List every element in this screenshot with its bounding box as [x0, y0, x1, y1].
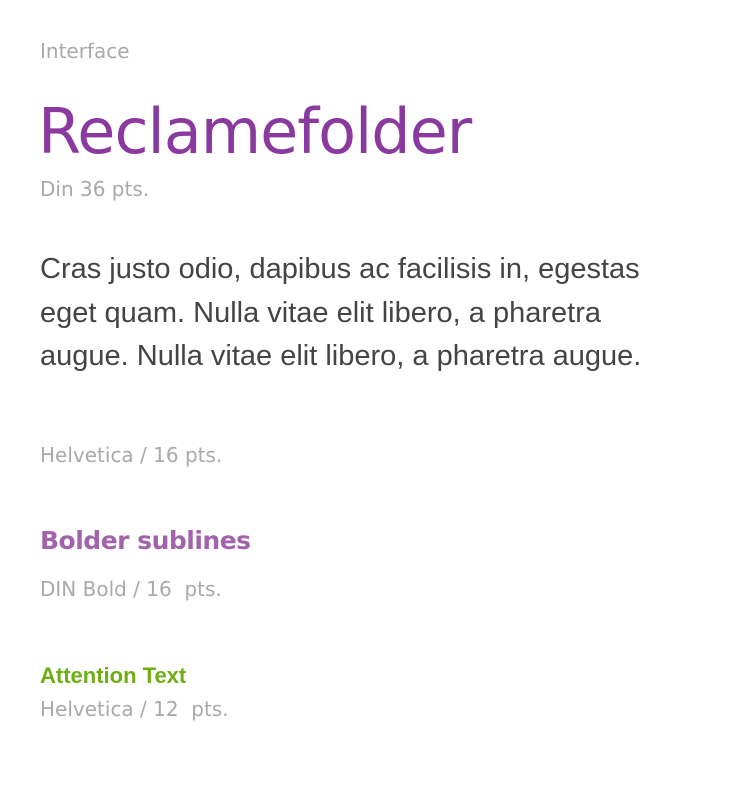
- headline-sample: Reclamefolder: [38, 95, 472, 168]
- subline-spec: DIN Bold / 16 pts.: [40, 577, 222, 601]
- attention-text-spec: Helvetica / 12 pts.: [40, 697, 229, 721]
- typography-style-guide: Interface Reclamefolder Din 36 pts. Cras…: [0, 0, 732, 800]
- attention-text-sample: Attention Text: [40, 663, 187, 688]
- headline-spec: Din 36 pts.: [40, 177, 150, 201]
- body-text-spec: Helvetica / 16 pts.: [40, 443, 223, 467]
- subline-sample: Bolder sublines: [40, 526, 251, 555]
- section-label: Interface: [40, 39, 130, 63]
- body-text-sample: Cras justo odio, dapibus ac facilisis in…: [40, 253, 642, 372]
